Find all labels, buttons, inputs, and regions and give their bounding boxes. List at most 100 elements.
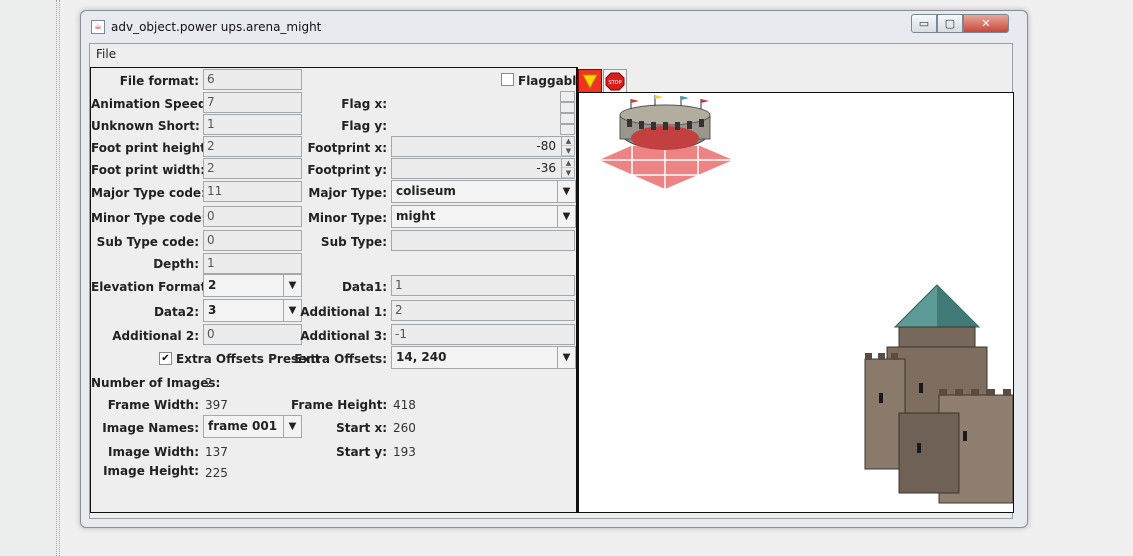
elevation-format-value: 2	[208, 278, 217, 292]
background-divider	[56, 0, 60, 556]
minor-type-code-field[interactable]: 0	[203, 206, 302, 227]
flag-y-label: Flag y:	[341, 119, 387, 133]
sub-type-code-label: Sub Type code:	[96, 235, 199, 249]
data2-combo[interactable]: 3 ▼	[203, 299, 302, 322]
image-height-label: Image Height:	[103, 464, 199, 478]
footprint-y-value: -36	[536, 161, 556, 175]
footprint-x-field[interactable]: -80	[391, 136, 575, 157]
minor-type-combo[interactable]: might ▼	[391, 205, 576, 228]
major-type-code-field[interactable]: 11	[203, 181, 302, 202]
additional3-label: Additional 3:	[300, 329, 387, 343]
flag-marker-button[interactable]	[578, 69, 602, 93]
footprint-y-label: Footprint y:	[307, 163, 387, 177]
foot-print-height-field[interactable]: 2	[203, 136, 302, 157]
file-format-label: File format:	[119, 74, 199, 88]
additional2-label: Additional 2:	[112, 329, 199, 343]
unknown-short-field[interactable]: 1	[203, 114, 302, 135]
data2-label: Data2:	[153, 305, 199, 319]
menu-bar: File	[90, 44, 1012, 66]
number-of-images-label: Number of Images:	[91, 376, 221, 390]
image-width-value: 137	[205, 445, 228, 459]
sub-type-label: Sub Type:	[320, 235, 387, 249]
java-app-icon: ☕	[91, 20, 105, 34]
number-of-images-value: 2	[205, 376, 213, 390]
coliseum-sprite	[599, 95, 733, 189]
background-panel	[0, 0, 60, 556]
additional1-field[interactable]: 2	[391, 300, 575, 321]
animation-speed-label: Animation Speed:	[91, 97, 212, 111]
castle-sprite	[864, 284, 1013, 504]
sub-type-code-field[interactable]: 0	[203, 230, 302, 251]
chevron-down-icon[interactable]: ▼	[557, 206, 575, 227]
down-arrow-icon	[582, 74, 598, 90]
editor-window: ☕ adv_object.power ups.arena_might ▭ ▢ ✕…	[80, 10, 1028, 528]
footprint-y-field[interactable]: -36	[391, 158, 575, 179]
chevron-down-icon[interactable]: ▼	[557, 347, 575, 368]
depth-field[interactable]: 1	[203, 253, 302, 274]
minimize-button[interactable]: ▭	[911, 14, 937, 33]
minor-type-value: might	[396, 209, 436, 223]
file-format-field[interactable]: 6	[203, 69, 302, 90]
additional3-field[interactable]: -1	[391, 324, 575, 345]
data2-value: 3	[208, 303, 217, 317]
footprint-y-spinner[interactable]: ▲ ▼	[561, 158, 575, 179]
start-x-value: 260	[393, 421, 416, 435]
extra-offsets-value: 14, 240	[396, 350, 447, 364]
elevation-format-label: Elevation Format:	[91, 280, 212, 294]
unknown-short-label: Unknown Short:	[91, 119, 200, 133]
major-type-code-label: Major Type code:	[91, 186, 206, 200]
extra-offsets-label: Extra Offsets:	[294, 352, 387, 366]
title-bar[interactable]: ☕ adv_object.power ups.arena_might ▭ ▢ ✕	[81, 11, 1027, 43]
additional2-field[interactable]: 0	[203, 324, 302, 345]
frame-height-value: 418	[393, 398, 416, 412]
image-names-value: frame 001	[208, 419, 278, 433]
close-button[interactable]: ✕	[963, 14, 1009, 33]
foot-print-height-label: Foot print height:	[91, 141, 211, 155]
sprite-preview[interactable]	[578, 92, 1014, 513]
data1-label: Data1:	[341, 280, 387, 294]
footprint-x-value: -80	[536, 139, 556, 153]
flag-x-spinner-down[interactable]	[560, 102, 575, 113]
footprint-x-spinner[interactable]: ▲ ▼	[561, 136, 575, 157]
window-content: File File format: 6 Animation Speed: 7 U…	[89, 43, 1014, 519]
minor-type-label: Minor Type:	[307, 211, 387, 225]
sub-type-field[interactable]	[391, 230, 575, 251]
image-height-value: 225	[205, 466, 228, 480]
flaggable-label: Flaggable	[518, 74, 585, 88]
menu-file[interactable]: File	[96, 47, 116, 61]
foot-print-width-field[interactable]: 2	[203, 158, 302, 179]
flaggable-checkbox[interactable]	[501, 73, 514, 86]
frame-height-label: Frame Height:	[291, 398, 388, 412]
flag-y-spinner-up[interactable]	[560, 113, 575, 124]
stop-button[interactable]: STOP	[603, 69, 627, 93]
extra-offsets-checkbox[interactable]: ✔	[159, 352, 172, 365]
maximize-button[interactable]: ▢	[937, 14, 963, 33]
data1-field[interactable]: 1	[391, 275, 575, 296]
flag-x-label: Flag x:	[341, 97, 387, 111]
major-type-label: Major Type:	[308, 186, 387, 200]
image-names-label: Image Names:	[102, 421, 199, 435]
major-type-value: coliseum	[396, 184, 456, 198]
minor-type-code-label: Minor Type code:	[91, 211, 207, 225]
elevation-format-combo[interactable]: 2 ▼	[203, 274, 302, 297]
stop-sign-icon: STOP	[605, 72, 625, 91]
flag-y-spinner-down[interactable]	[560, 124, 575, 135]
depth-label: Depth:	[153, 257, 199, 271]
start-y-value: 193	[393, 445, 416, 459]
image-width-label: Image Width:	[108, 445, 199, 459]
frame-width-label: Frame Width:	[107, 398, 199, 412]
major-type-combo[interactable]: coliseum ▼	[391, 180, 576, 203]
stop-sign-text: STOP	[608, 80, 621, 86]
start-x-label: Start x:	[336, 421, 387, 435]
properties-panel: File format: 6 Animation Speed: 7 Unknow…	[90, 67, 585, 513]
chevron-down-icon[interactable]: ▼	[557, 181, 575, 202]
extra-offsets-combo[interactable]: 14, 240 ▼	[391, 346, 576, 369]
flag-x-spinner-up[interactable]	[560, 91, 575, 102]
additional1-label: Additional 1:	[300, 305, 387, 319]
footprint-x-label: Footprint x:	[307, 141, 387, 155]
frame-width-value: 397	[205, 398, 228, 412]
image-names-combo[interactable]: frame 001 ▼	[203, 415, 302, 438]
foot-print-width-label: Foot print width:	[91, 163, 206, 177]
start-y-label: Start y:	[336, 445, 387, 459]
animation-speed-field[interactable]: 7	[203, 92, 302, 113]
